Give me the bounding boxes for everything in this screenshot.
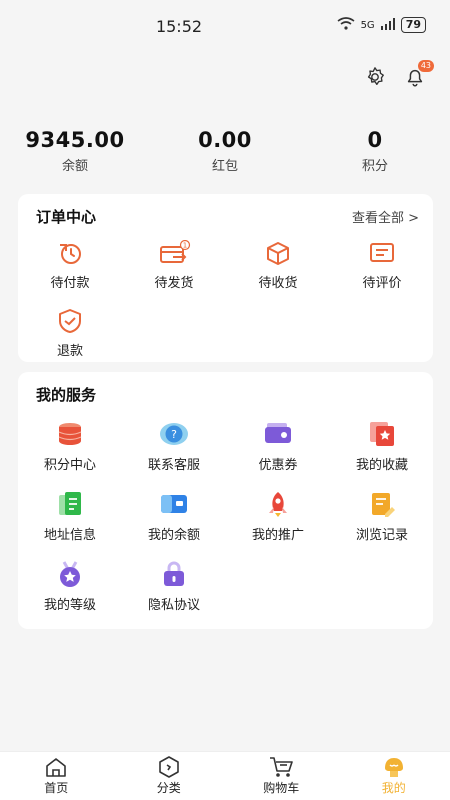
tab-profile[interactable]: 我的 bbox=[338, 752, 450, 800]
services-title: 我的服务 bbox=[36, 386, 97, 404]
favorites-icon bbox=[370, 422, 394, 446]
order-label: 待发货 bbox=[154, 276, 194, 291]
service-label: 浏览记录 bbox=[355, 528, 408, 543]
wifi-icon bbox=[337, 17, 355, 33]
category-icon bbox=[158, 756, 179, 778]
stat-value: 0.00 bbox=[198, 128, 252, 152]
tab-home[interactable]: 首页 bbox=[0, 752, 113, 800]
address-icon bbox=[59, 492, 81, 515]
cart-icon bbox=[270, 757, 294, 777]
shipment-count-badge: 1 bbox=[183, 242, 187, 250]
service-balance[interactable]: 我的余额 bbox=[122, 490, 226, 543]
service-customer-service[interactable]: ? 联系客服 bbox=[122, 420, 226, 473]
battery-level: 79 bbox=[400, 17, 426, 33]
services-card: 我的服务 积分中心 ? 联系客服 优惠券 我的收藏 地址信息 我的余额 我的推广… bbox=[18, 372, 433, 629]
stat-red-packet[interactable]: 0.00 红包 bbox=[150, 128, 300, 174]
tab-label: 首页 bbox=[44, 781, 69, 795]
order-pending-review[interactable]: 待评价 bbox=[330, 240, 434, 291]
tab-label: 购物车 bbox=[263, 781, 300, 795]
network-type: 5G bbox=[360, 19, 375, 31]
service-label: 地址信息 bbox=[43, 528, 96, 543]
customer-service-icon: ? bbox=[160, 423, 188, 445]
status-time: 15:52 bbox=[155, 17, 203, 36]
privacy-icon bbox=[164, 561, 184, 586]
status-bar: 15:52 5G 79 bbox=[0, 0, 450, 52]
service-label: 积分中心 bbox=[43, 458, 96, 473]
browse-history-icon bbox=[372, 493, 395, 517]
pending-shipment-icon: 1 bbox=[160, 240, 191, 263]
order-label: 待收货 bbox=[258, 276, 298, 291]
service-label: 我的收藏 bbox=[355, 458, 408, 473]
service-label: 隐私协议 bbox=[147, 598, 200, 613]
notification-badge: 43 bbox=[417, 60, 434, 72]
stat-value: 0 bbox=[367, 128, 383, 152]
service-label: 我的推广 bbox=[251, 528, 304, 543]
profile-icon bbox=[384, 758, 403, 777]
service-browse-history[interactable]: 浏览记录 bbox=[330, 490, 434, 543]
view-all-orders-link[interactable]: 查看全部 > bbox=[352, 207, 419, 226]
home-icon bbox=[46, 758, 67, 777]
service-label: 优惠券 bbox=[258, 458, 298, 473]
tab-label: 我的 bbox=[381, 781, 406, 795]
order-label: 待付款 bbox=[50, 276, 90, 291]
tab-cart[interactable]: 购物车 bbox=[225, 752, 338, 800]
refund-icon bbox=[59, 309, 81, 333]
bottom-tab-bar: 首页 分类 购物车 我的 bbox=[0, 751, 450, 800]
service-favorites[interactable]: 我的收藏 bbox=[330, 420, 434, 473]
coupon-icon bbox=[265, 423, 291, 443]
balance-icon bbox=[161, 495, 187, 513]
order-pending-payment[interactable]: 待付款 bbox=[18, 240, 122, 291]
points-center-icon bbox=[58, 423, 82, 445]
pending-payment-icon bbox=[60, 244, 81, 264]
service-label: 我的余额 bbox=[147, 528, 200, 543]
pending-review-icon bbox=[370, 243, 394, 262]
service-coupon[interactable]: 优惠券 bbox=[226, 420, 330, 473]
service-level[interactable]: 我的等级 bbox=[18, 560, 122, 613]
service-promotion[interactable]: 我的推广 bbox=[226, 490, 330, 543]
tab-category[interactable]: 分类 bbox=[113, 752, 226, 800]
pending-receipt-icon bbox=[267, 242, 289, 265]
stat-label: 积分 bbox=[361, 159, 388, 174]
order-label: 待评价 bbox=[362, 276, 402, 291]
order-refund[interactable]: 退款 bbox=[18, 308, 122, 359]
gear-icon bbox=[367, 67, 384, 86]
order-pending-receipt[interactable]: 待收货 bbox=[226, 240, 330, 291]
stat-label: 余额 bbox=[61, 159, 88, 174]
stat-label: 红包 bbox=[211, 159, 238, 174]
tab-label: 分类 bbox=[156, 781, 181, 795]
order-center-card: 订单中心 查看全部 > 待付款 1 待发货 待收货 待评价 退款 bbox=[18, 194, 433, 362]
level-icon bbox=[60, 561, 80, 587]
svg-text:?: ? bbox=[171, 428, 177, 441]
order-label: 退款 bbox=[56, 344, 83, 359]
service-points-center[interactable]: 积分中心 bbox=[18, 420, 122, 473]
stat-value: 9345.00 bbox=[25, 128, 125, 152]
account-stats: 9345.00 余额 0.00 红包 0 积分 bbox=[0, 128, 450, 174]
service-address[interactable]: 地址信息 bbox=[18, 490, 122, 543]
service-privacy[interactable]: 隐私协议 bbox=[122, 560, 226, 613]
order-pending-shipment[interactable]: 1 待发货 bbox=[122, 240, 226, 291]
notification-button[interactable]: 43 bbox=[402, 60, 434, 90]
service-label: 联系客服 bbox=[147, 458, 200, 473]
order-center-title: 订单中心 bbox=[36, 208, 97, 226]
promotion-icon bbox=[269, 492, 287, 517]
header-actions: 43 bbox=[362, 60, 434, 90]
signal-icon bbox=[380, 17, 395, 33]
settings-button[interactable] bbox=[362, 64, 388, 90]
stat-balance[interactable]: 9345.00 余额 bbox=[0, 128, 150, 174]
service-label: 我的等级 bbox=[43, 598, 96, 613]
status-icons: 5G 79 bbox=[337, 17, 426, 33]
stat-points[interactable]: 0 积分 bbox=[300, 128, 450, 174]
